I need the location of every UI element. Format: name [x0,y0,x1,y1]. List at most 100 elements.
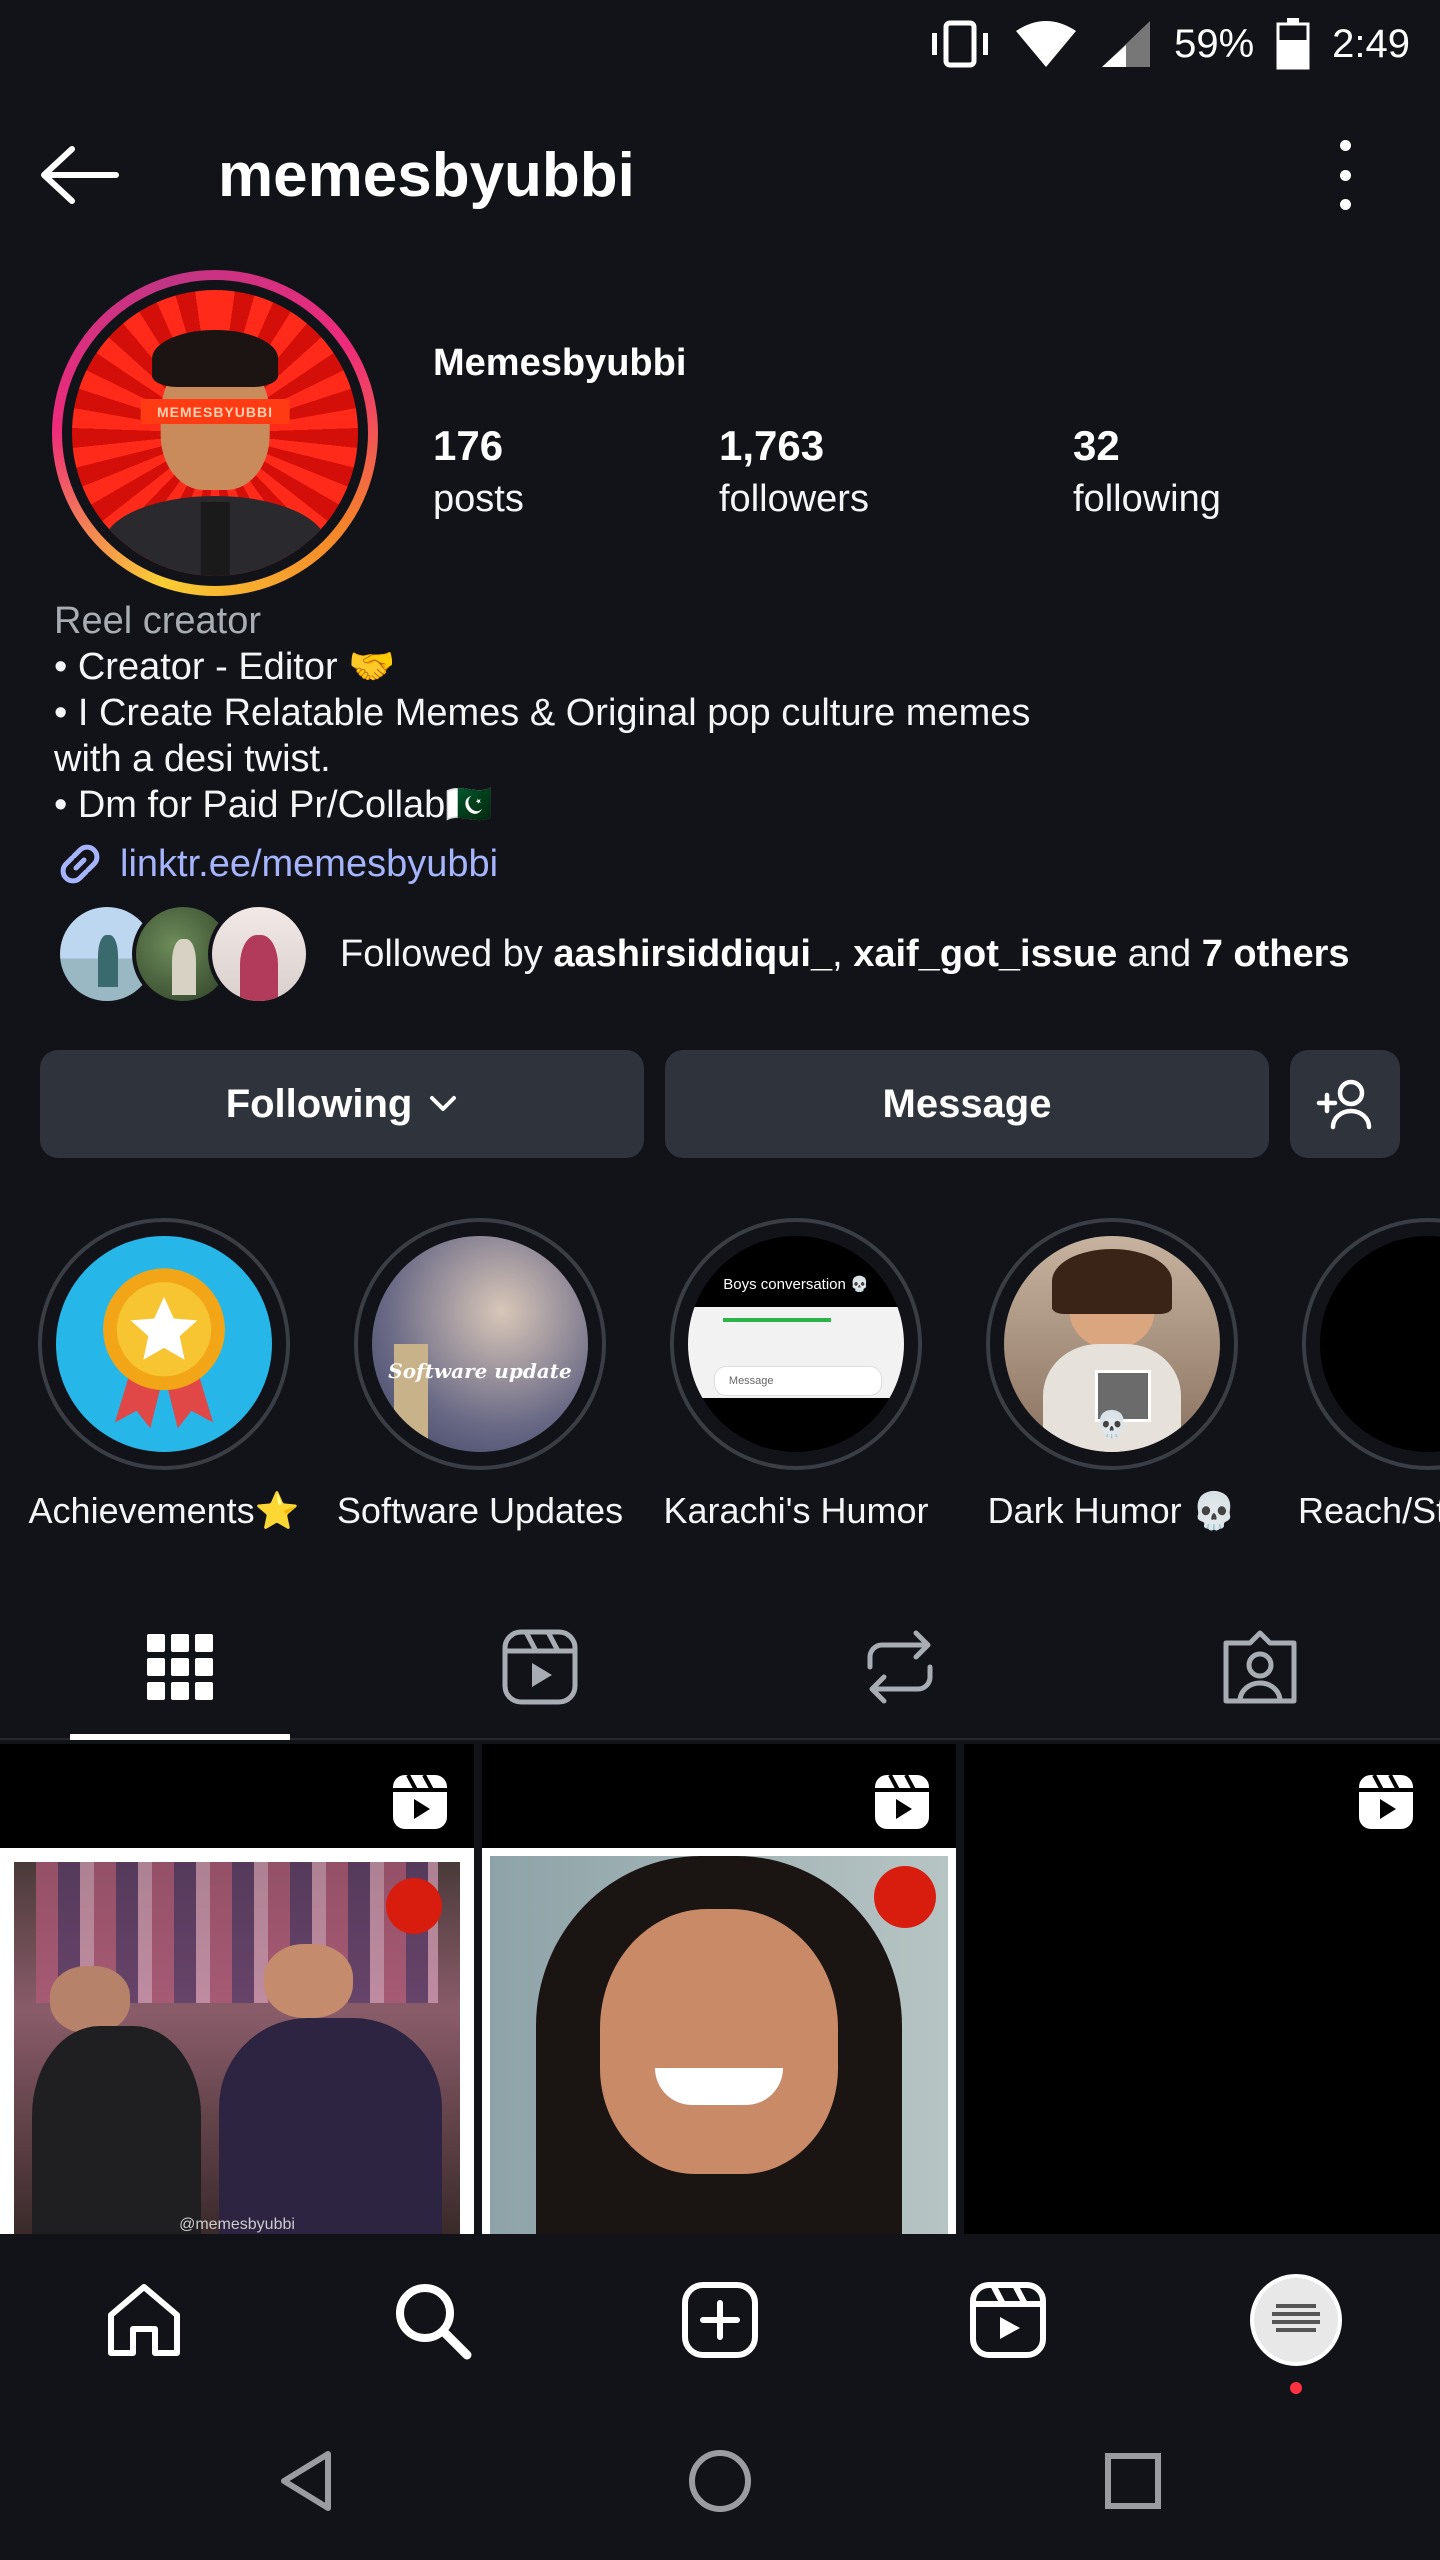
nav-reels[interactable] [958,2270,1058,2370]
profile-header: memesbyubbi [0,110,1440,240]
stat-value: 1,763 [719,422,825,469]
system-home-button[interactable] [675,2436,765,2526]
message-label: Message [882,1081,1052,1126]
follower-username[interactable]: xaif_got_issue [853,933,1117,975]
system-recents-button[interactable] [1088,2436,1178,2526]
bio-line: • I Create Relatable Memes & Original po… [54,692,1031,734]
bio-link-text: linktr.ee/memesbyubbi [120,842,499,885]
mutual-followers[interactable]: Followed by aashirsiddiqui_, xaif_got_is… [56,902,1396,1006]
nav-create[interactable] [670,2270,770,2370]
tab-reels[interactable] [480,1622,600,1712]
post-thumbnail[interactable] [482,1744,956,2234]
highlight-label: Karachi's Humor [663,1490,929,1531]
story-highlights: Achievements⭐ Software update Software U… [0,1218,1440,1538]
stat-label: posts [433,478,524,520]
bio-link[interactable]: linktr.ee/memesbyubbi [54,838,498,890]
header-username: memesbyubbi [218,141,635,210]
status-bar: 59% 2:49 [0,0,1440,88]
highlight-item[interactable]: Reach/St [1278,1218,1440,1532]
notification-dot [1290,2382,1302,2394]
highlight-label: Dark Humor 💀 [987,1490,1237,1531]
tab-reposts[interactable] [840,1622,960,1712]
back-button[interactable] [38,135,128,215]
highlight-item[interactable]: Boys conversation 💀 Message Karachi's Hu… [646,1218,946,1532]
post-thumbnail[interactable] [964,1744,1440,2234]
stat-label: followers [719,478,869,520]
content-tabs [0,1600,1440,1740]
stat-value: 32 [1073,422,1120,469]
highlight-cover: Software update [372,1236,588,1452]
grid-icon [147,1634,213,1700]
highlight-cover [1320,1236,1440,1452]
search-icon [396,2284,472,2360]
medal-icon [103,1268,225,1429]
nav-profile[interactable] [1246,2270,1346,2394]
repost-icon [867,1630,933,1704]
reel-badge-icon [390,1772,450,1837]
add-post-icon [682,2282,758,2358]
reels-icon [502,1629,578,1705]
display-name: Memesbyubbi [433,342,687,384]
profile-avatar-small [1250,2274,1342,2366]
arrow-left-icon [41,146,119,204]
highlight-label: Software Updates [336,1490,624,1531]
avatar-image: MEMESBYUBBI [72,290,358,576]
link-icon [60,844,100,884]
signal-icon [1100,19,1152,69]
bio-line: • Dm for Paid Pr/Collab🇵🇰 [54,784,493,826]
message-button[interactable]: Message [665,1050,1269,1158]
triangle-back-icon [281,2451,331,2511]
tagged-person-icon [1223,1630,1297,1704]
battery-icon [1276,18,1310,70]
highlight-label: Reach/St [1298,1490,1440,1531]
follower-username[interactable]: aashirsiddiqui_ [553,933,832,975]
stat-following[interactable]: 32 following [1073,422,1221,521]
clock: 2:49 [1332,21,1410,66]
profile-actions: Following Message [40,1050,1400,1158]
highlight-cover [56,1236,272,1452]
more-dot-icon [1339,140,1351,151]
reel-badge-icon [872,1772,932,1837]
square-recents-icon [1105,2453,1161,2509]
avatar-text: MEMESBYUBBI [140,398,290,425]
battery-percent: 59% [1174,21,1255,66]
following-button[interactable]: Following [40,1050,644,1158]
bio-line: with a desi twist. [54,738,331,780]
system-navigation-bar [0,2396,1440,2560]
highlight-item[interactable]: 💀 Dark Humor 💀 [962,1218,1262,1532]
suggest-people-button[interactable] [1290,1050,1400,1158]
stat-followers[interactable]: 1,763 followers [719,422,869,521]
skull-icon: 💀 [1095,1408,1129,1439]
post-thumbnail[interactable]: @memesbyubbi [0,1744,474,2234]
home-icon [108,2284,180,2356]
stat-label: following [1073,478,1221,520]
watermark-text: @memesbyubbi [179,2216,295,2233]
highlight-item[interactable]: Achievements⭐ [14,1218,314,1532]
profile-category: Reel creator [54,600,261,642]
bio: Reel creator • Creator - Editor 🤝 • I Cr… [54,598,1394,828]
follower-avatar [208,903,310,1005]
stat-value: 176 [433,422,504,469]
system-back-button[interactable] [262,2436,352,2526]
tab-grid[interactable] [120,1622,240,1712]
tab-tagged[interactable] [1200,1622,1320,1712]
profile-avatar[interactable]: MEMESBYUBBI [52,270,378,596]
reels-icon [970,2282,1046,2358]
posts-grid: @memesbyubbi [0,1744,1440,2234]
highlight-cover: 💀 [1004,1236,1220,1452]
more-dot-icon [1339,199,1351,210]
nav-home[interactable] [94,2270,194,2370]
more-dot-icon [1339,169,1351,181]
others-count[interactable]: 7 others [1202,933,1350,975]
highlight-label: Achievements⭐ [28,1490,300,1531]
wifi-icon [1014,19,1078,69]
bio-line: • Creator - Editor 🤝 [54,646,396,688]
chevron-down-icon [430,1096,457,1111]
more-options-button[interactable] [1330,140,1360,210]
highlight-item[interactable]: Software update Software Updates [330,1218,630,1532]
circle-home-icon [689,2450,751,2512]
nav-search[interactable] [382,2270,482,2370]
bottom-navigation [0,2236,1440,2396]
stat-posts[interactable]: 176 posts [433,422,524,521]
highlight-overlay-text: Boys conversation 💀 [723,1275,869,1293]
